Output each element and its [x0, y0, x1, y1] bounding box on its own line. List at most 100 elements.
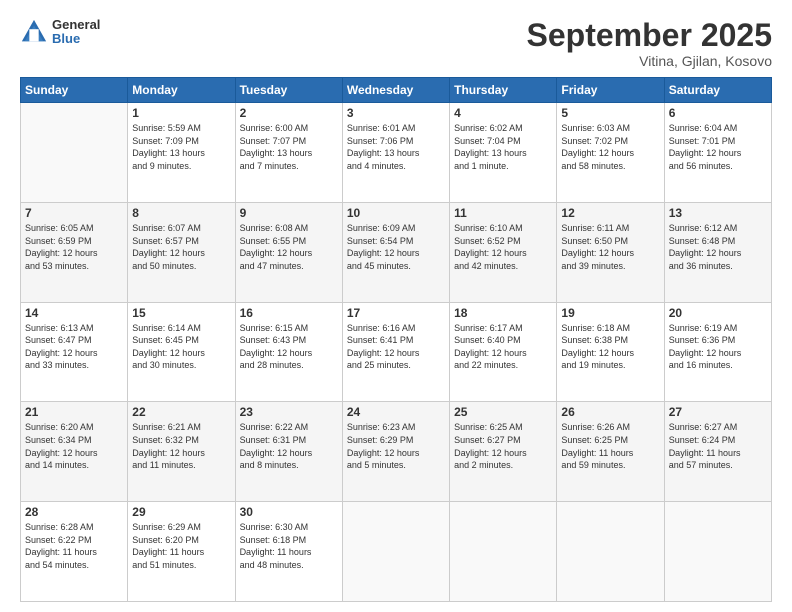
day-number: 29: [132, 505, 230, 519]
calendar-cell: 6Sunrise: 6:04 AMSunset: 7:01 PMDaylight…: [664, 103, 771, 203]
calendar-cell: [664, 502, 771, 602]
day-info: Sunrise: 6:26 AMSunset: 6:25 PMDaylight:…: [561, 421, 659, 471]
calendar-cell: 3 Sunrise: 6:01 AMSunset: 7:06 PMDaylight…: [342, 103, 449, 203]
calendar-cell: 14Sunrise: 6:13 AMSunset: 6:47 PMDayligh…: [21, 302, 128, 402]
calendar-cell: 20 Sunrise: 6:19 AMSunset: 6:36 PMDayligh…: [664, 302, 771, 402]
day-number: 7: [25, 206, 123, 220]
table-row: 28 Sunrise: 6:28 AMSunset: 6:22 PMDayligh…: [21, 502, 772, 602]
calendar-cell: 15 Sunrise: 6:14 AMSunset: 6:45 PMDayligh…: [128, 302, 235, 402]
day-info: Sunrise: 6:11 AMSunset: 6:50 PMDaylight:…: [561, 222, 659, 272]
day-number: 23: [240, 405, 338, 419]
header-row: Sunday Monday Tuesday Wednesday Thursday…: [21, 78, 772, 103]
day-number: 10: [347, 206, 445, 220]
col-monday: Monday: [128, 78, 235, 103]
calendar-cell: 18Sunrise: 6:17 AMSunset: 6:40 PMDayligh…: [450, 302, 557, 402]
calendar-cell: [21, 103, 128, 203]
calendar-cell: 16Sunrise: 6:15 AMSunset: 6:43 PMDayligh…: [235, 302, 342, 402]
day-info: Sunrise: 6:20 AMSunset: 6:34 PMDaylight:…: [25, 421, 123, 471]
calendar-cell: [342, 502, 449, 602]
calendar-cell: [450, 502, 557, 602]
calendar: Sunday Monday Tuesday Wednesday Thursday…: [20, 77, 772, 602]
day-info: Sunrise: 6:23 AMSunset: 6:29 PMDaylight:…: [347, 421, 445, 471]
calendar-cell: 22 Sunrise: 6:21 AMSunset: 6:32 PMDayligh…: [128, 402, 235, 502]
day-number: 24: [347, 405, 445, 419]
day-info: Sunrise: 6:17 AMSunset: 6:40 PMDaylight:…: [454, 322, 552, 372]
day-info: Sunrise: 6:12 AMSunset: 6:48 PMDaylight:…: [669, 222, 767, 272]
day-info: Sunrise: 6:00 AMSunset: 7:07 PMDaylight:…: [240, 122, 338, 172]
day-info: Sunrise: 6:10 AMSunset: 6:52 PMDaylight:…: [454, 222, 552, 272]
day-info: Sunrise: 6:30 AMSunset: 6:18 PMDaylight:…: [240, 521, 338, 571]
day-info: Sunrise: 6:07 AMSunset: 6:57 PMDaylight:…: [132, 222, 230, 272]
day-number: 15: [132, 306, 230, 320]
col-saturday: Saturday: [664, 78, 771, 103]
day-info: Sunrise: 5:59 AMSunset: 7:09 PMDaylight:…: [132, 122, 230, 172]
calendar-cell: 28 Sunrise: 6:28 AMSunset: 6:22 PMDayligh…: [21, 502, 128, 602]
calendar-cell: 26 Sunrise: 6:26 AMSunset: 6:25 PMDayligh…: [557, 402, 664, 502]
day-number: 22: [132, 405, 230, 419]
day-info: Sunrise: 6:27 AMSunset: 6:24 PMDaylight:…: [669, 421, 767, 471]
day-number: 11: [454, 206, 552, 220]
day-info: Sunrise: 6:29 AMSunset: 6:20 PMDaylight:…: [132, 521, 230, 571]
col-wednesday: Wednesday: [342, 78, 449, 103]
day-number: 30: [240, 505, 338, 519]
calendar-cell: 27 Sunrise: 6:27 AMSunset: 6:24 PMDayligh…: [664, 402, 771, 502]
day-number: 1: [132, 106, 230, 120]
day-number: 26: [561, 405, 659, 419]
calendar-cell: 8 Sunrise: 6:07 AMSunset: 6:57 PMDaylight…: [128, 202, 235, 302]
calendar-cell: 9 Sunrise: 6:08 AMSunset: 6:55 PMDaylight…: [235, 202, 342, 302]
location: Vitina, Gjilan, Kosovo: [527, 53, 772, 69]
day-number: 9: [240, 206, 338, 220]
calendar-cell: 4Sunrise: 6:02 AMSunset: 7:04 PMDaylight…: [450, 103, 557, 203]
calendar-cell: [557, 502, 664, 602]
day-number: 8: [132, 206, 230, 220]
day-info: Sunrise: 6:02 AMSunset: 7:04 PMDaylight:…: [454, 122, 552, 172]
calendar-cell: 12 Sunrise: 6:11 AMSunset: 6:50 PMDayligh…: [557, 202, 664, 302]
day-info: Sunrise: 6:05 AMSunset: 6:59 PMDaylight:…: [25, 222, 123, 272]
month-title: September 2025: [527, 18, 772, 53]
day-number: 17: [347, 306, 445, 320]
calendar-cell: 24 Sunrise: 6:23 AMSunset: 6:29 PMDayligh…: [342, 402, 449, 502]
table-row: 1 Sunrise: 5:59 AMSunset: 7:09 PMDaylight…: [21, 103, 772, 203]
day-info: Sunrise: 6:22 AMSunset: 6:31 PMDaylight:…: [240, 421, 338, 471]
day-number: 5: [561, 106, 659, 120]
day-number: 6: [669, 106, 767, 120]
calendar-cell: 5 Sunrise: 6:03 AMSunset: 7:02 PMDaylight…: [557, 103, 664, 203]
day-number: 20: [669, 306, 767, 320]
calendar-cell: 29 Sunrise: 6:29 AMSunset: 6:20 PMDayligh…: [128, 502, 235, 602]
col-thursday: Thursday: [450, 78, 557, 103]
table-row: 14Sunrise: 6:13 AMSunset: 6:47 PMDayligh…: [21, 302, 772, 402]
day-info: Sunrise: 6:09 AMSunset: 6:54 PMDaylight:…: [347, 222, 445, 272]
logo-line2: Blue: [52, 32, 100, 46]
day-info: Sunrise: 6:03 AMSunset: 7:02 PMDaylight:…: [561, 122, 659, 172]
col-sunday: Sunday: [21, 78, 128, 103]
day-number: 25: [454, 405, 552, 419]
day-info: Sunrise: 6:25 AMSunset: 6:27 PMDaylight:…: [454, 421, 552, 471]
col-friday: Friday: [557, 78, 664, 103]
day-number: 21: [25, 405, 123, 419]
day-number: 27: [669, 405, 767, 419]
day-number: 14: [25, 306, 123, 320]
day-info: Sunrise: 6:01 AMSunset: 7:06 PMDaylight:…: [347, 122, 445, 172]
day-info: Sunrise: 6:15 AMSunset: 6:43 PMDaylight:…: [240, 322, 338, 372]
day-info: Sunrise: 6:28 AMSunset: 6:22 PMDaylight:…: [25, 521, 123, 571]
calendar-cell: 10 Sunrise: 6:09 AMSunset: 6:54 PMDayligh…: [342, 202, 449, 302]
day-number: 3: [347, 106, 445, 120]
calendar-cell: 30 Sunrise: 6:30 AMSunset: 6:18 PMDayligh…: [235, 502, 342, 602]
table-row: 7 Sunrise: 6:05 AMSunset: 6:59 PMDaylight…: [21, 202, 772, 302]
day-number: 19: [561, 306, 659, 320]
day-info: Sunrise: 6:19 AMSunset: 6:36 PMDaylight:…: [669, 322, 767, 372]
calendar-cell: 23 Sunrise: 6:22 AMSunset: 6:31 PMDayligh…: [235, 402, 342, 502]
calendar-cell: 2 Sunrise: 6:00 AMSunset: 7:07 PMDaylight…: [235, 103, 342, 203]
day-info: Sunrise: 6:08 AMSunset: 6:55 PMDaylight:…: [240, 222, 338, 272]
calendar-cell: 17 Sunrise: 6:16 AMSunset: 6:41 PMDayligh…: [342, 302, 449, 402]
day-info: Sunrise: 6:14 AMSunset: 6:45 PMDaylight:…: [132, 322, 230, 372]
day-number: 2: [240, 106, 338, 120]
day-number: 28: [25, 505, 123, 519]
day-info: Sunrise: 6:21 AMSunset: 6:32 PMDaylight:…: [132, 421, 230, 471]
day-info: Sunrise: 6:16 AMSunset: 6:41 PMDaylight:…: [347, 322, 445, 372]
day-number: 12: [561, 206, 659, 220]
day-info: Sunrise: 6:18 AMSunset: 6:38 PMDaylight:…: [561, 322, 659, 372]
col-tuesday: Tuesday: [235, 78, 342, 103]
logo-line1: General: [52, 18, 100, 32]
calendar-cell: 21 Sunrise: 6:20 AMSunset: 6:34 PMDayligh…: [21, 402, 128, 502]
